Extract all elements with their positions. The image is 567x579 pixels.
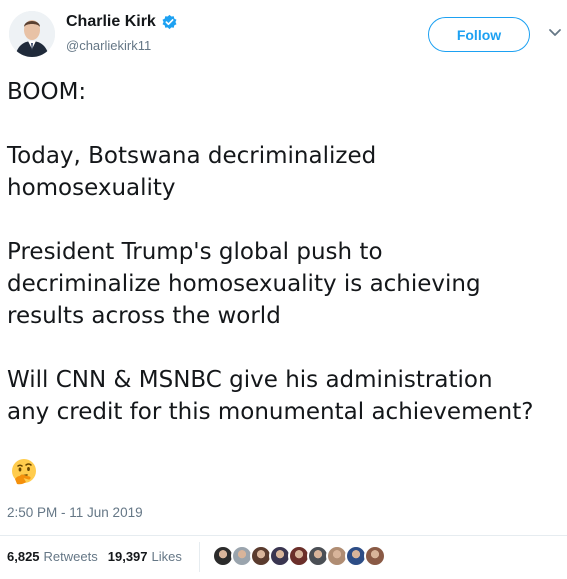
liker-avatar-9[interactable] — [364, 545, 386, 567]
verified-badge-icon — [162, 14, 177, 29]
tweet-line: results across the world — [7, 303, 281, 329]
tweet-stats: 6,825 Retweets 19,397 Likes — [7, 549, 192, 564]
tweet-line-break — [7, 108, 563, 140]
tweet-header: Charlie Kirk @charliekirk11 Follow — [0, 0, 567, 70]
divider — [0, 535, 567, 536]
thinking-face-icon — [12, 459, 36, 485]
tweet-line-break — [7, 332, 563, 364]
retweets-label[interactable]: Retweets — [44, 549, 98, 564]
chevron-down-icon[interactable] — [548, 28, 562, 38]
tweet-line: Will CNN & MSNBC give his administration — [7, 367, 493, 393]
author-avatar[interactable] — [9, 11, 55, 57]
tweet-text: BOOM: Today, Botswana decriminalized hom… — [7, 76, 563, 428]
tweet-line: President Trump's global push to — [7, 239, 383, 265]
tweet-timestamp[interactable]: 2:50 PM - 11 Jun 2019 — [7, 505, 143, 520]
tweet-line: any credit for this monumental achieveme… — [7, 399, 534, 425]
author-handle[interactable]: @charliekirk11 — [66, 38, 151, 53]
author-display-name[interactable]: Charlie Kirk — [66, 13, 156, 31]
likes-count[interactable]: 19,397 — [108, 549, 148, 564]
liker-avatars — [212, 545, 386, 567]
tweet-line-break — [7, 204, 563, 236]
tweet-line: decriminalize homosexuality is achieving — [7, 271, 481, 297]
tweet-line: homosexuality — [7, 175, 176, 201]
follow-button[interactable]: Follow — [428, 17, 530, 52]
author-name-row: Charlie Kirk — [66, 13, 178, 31]
stats-separator — [199, 542, 200, 572]
retweets-count[interactable]: 6,825 — [7, 549, 40, 564]
tweet-line: Today, Botswana decriminalized — [7, 143, 377, 169]
tweet-line: BOOM: — [7, 79, 87, 105]
likes-label[interactable]: Likes — [152, 549, 182, 564]
